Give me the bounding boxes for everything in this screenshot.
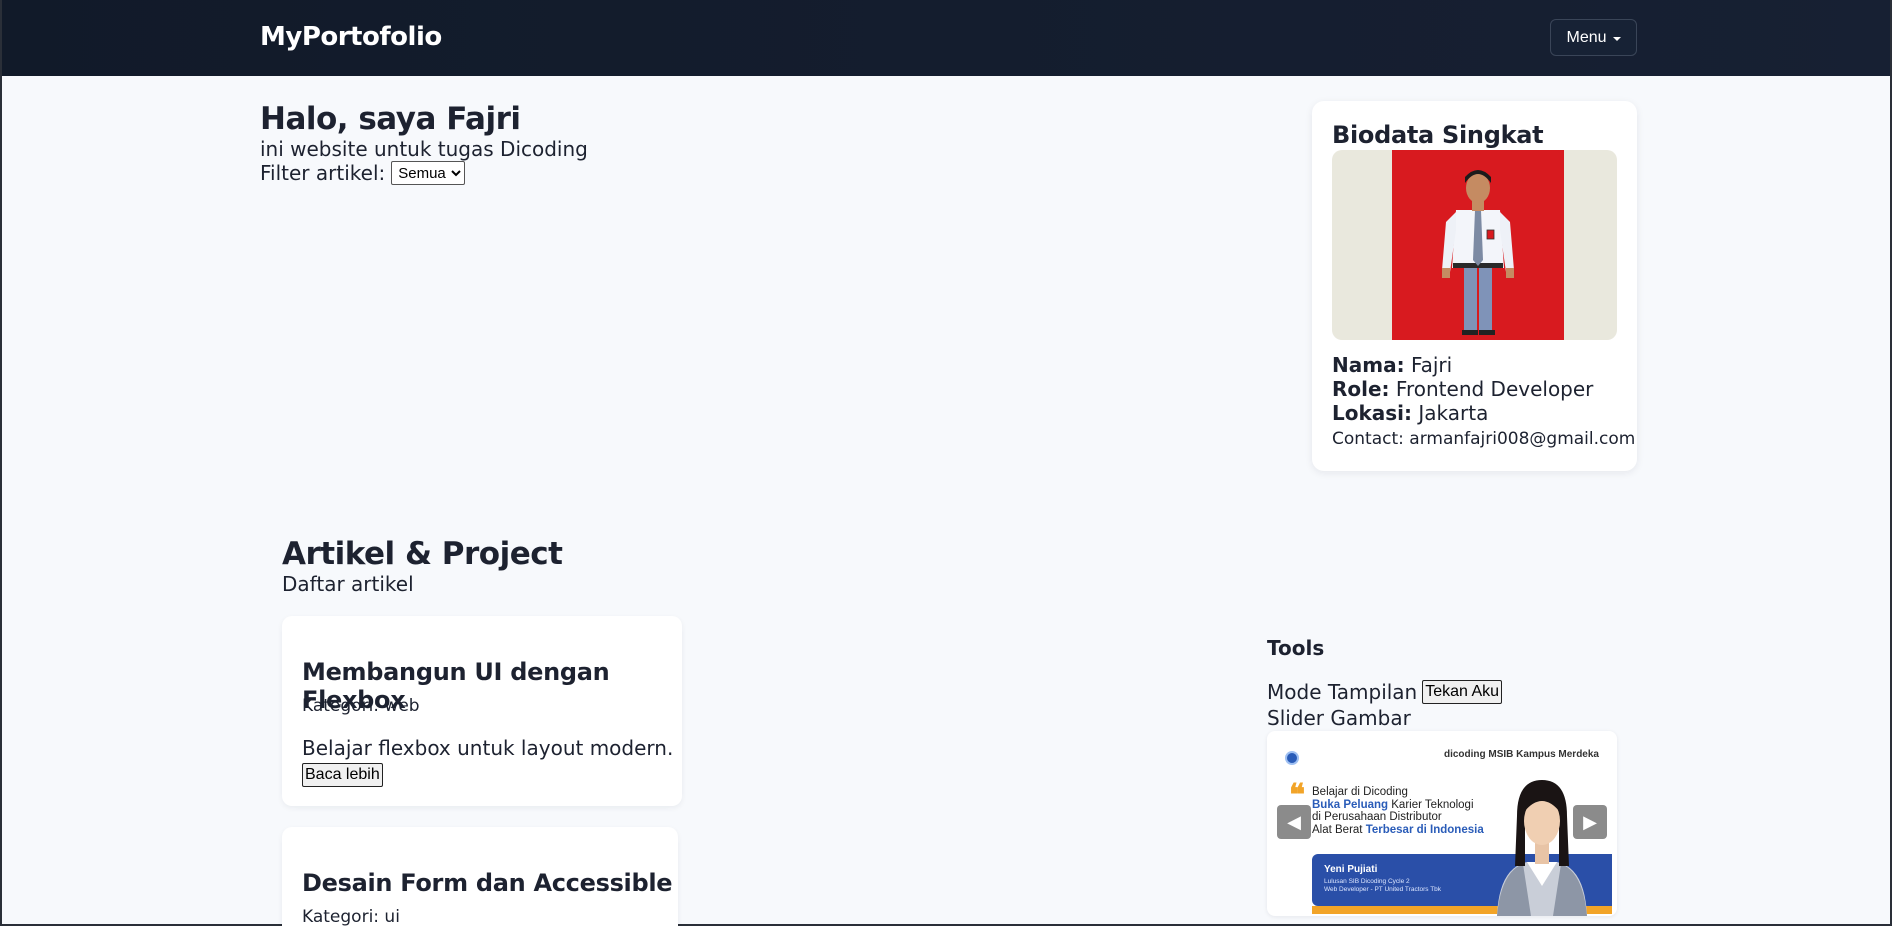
filter-select[interactable]: Semua bbox=[391, 161, 466, 185]
ministry-logo-icon bbox=[1285, 751, 1299, 765]
slide-person-desc: Lulusan SIB Dicoding Cycle 2 Web Develop… bbox=[1324, 878, 1441, 894]
toggle-mode-button[interactable]: Tekan Aku bbox=[1422, 680, 1503, 704]
slide-person-photo-icon bbox=[1497, 780, 1587, 916]
biodata-contact: Contact: armanfajri008@gmail.com bbox=[1332, 429, 1636, 449]
role-label: Role: bbox=[1332, 377, 1390, 401]
menu-button-label: Menu bbox=[1566, 28, 1607, 46]
slide-person-name: Yeni Pujiati bbox=[1324, 864, 1378, 875]
slide-line-4: Alat Berat Terbesar di Indonesia bbox=[1312, 824, 1484, 837]
tools-title: Tools bbox=[1267, 636, 1325, 660]
slide-line-1: Belajar di Dicoding bbox=[1312, 786, 1408, 798]
slide-line-4-pre: Alat Berat bbox=[1312, 823, 1366, 836]
slider-label: Slider Gambar bbox=[1267, 706, 1411, 730]
article-category: Kategori: ui bbox=[302, 907, 400, 926]
nama-value: Fajri bbox=[1410, 353, 1453, 377]
navbar: MyPortofolio Menu bbox=[2, 0, 1890, 76]
slider-prev-button[interactable]: ◀ bbox=[1277, 805, 1311, 839]
biodata-lokasi: Lokasi: Jakarta bbox=[1332, 401, 1488, 425]
student-figure-icon bbox=[1442, 170, 1514, 335]
slide-line-4-highlight: Terbesar di Indonesia bbox=[1365, 823, 1484, 836]
slide-line-2-highlight: Buka Peluang bbox=[1312, 798, 1389, 811]
article-category: Kategori: web bbox=[302, 696, 420, 716]
mode-label: Mode Tampilan bbox=[1267, 680, 1418, 704]
slide-headline: Belajar di Dicoding Buka Peluang Karier … bbox=[1312, 786, 1484, 836]
image-slider: dicoding MSIB Kampus Merdeka ❝ Belajar d… bbox=[1267, 731, 1617, 916]
lokasi-value: Jakarta bbox=[1418, 401, 1489, 425]
article-description: Belajar flexbox untuk layout modern. bbox=[302, 736, 674, 760]
article-title: Desain Form dan Accessible bbox=[302, 869, 673, 897]
slider-next-button[interactable]: ▶ bbox=[1573, 805, 1607, 839]
caret-down-icon bbox=[1612, 36, 1621, 41]
profile-photo bbox=[1332, 150, 1617, 340]
article-card: Desain Form dan Accessible Kategori: ui bbox=[282, 827, 678, 926]
slide-line-3: di Perusahaan Distributor bbox=[1312, 811, 1442, 823]
article-card: Membangun UI dengan Flexbox Kategori: we… bbox=[282, 616, 682, 806]
nama-label: Nama: bbox=[1332, 353, 1405, 377]
menu-dropdown-button[interactable]: Menu bbox=[1550, 19, 1637, 56]
slide-person-desc-1: Lulusan SIB Dicoding Cycle 2 bbox=[1324, 878, 1410, 885]
slide-line-2-rest: Karier Teknologi bbox=[1388, 798, 1474, 811]
lokasi-label: Lokasi: bbox=[1332, 401, 1413, 425]
article-filter: Filter artikel: Semua bbox=[260, 161, 466, 185]
read-more-button[interactable]: Baca lebih bbox=[302, 763, 383, 787]
biodata-title: Biodata Singkat bbox=[1332, 121, 1544, 149]
articles-subtitle: Daftar artikel bbox=[282, 572, 414, 596]
slide-person-desc-2: Web Developer - PT United Tractors Tbk bbox=[1324, 886, 1442, 893]
articles-title: Artikel & Project bbox=[282, 536, 563, 572]
filter-label: Filter artikel: bbox=[260, 161, 386, 185]
role-value: Frontend Developer bbox=[1395, 377, 1594, 401]
display-mode-row: Mode Tampilan Tekan Aku bbox=[1267, 680, 1503, 704]
hero-subtitle: ini website untuk tugas Dicoding bbox=[260, 137, 588, 161]
slide-line-2: Buka Peluang Karier Teknologi bbox=[1312, 799, 1484, 812]
hero-title: Halo, saya Fajri bbox=[260, 101, 521, 137]
biodata-role: Role: Frontend Developer bbox=[1332, 377, 1593, 401]
partner-brands: dicoding MSIB Kampus Merdeka bbox=[1443, 749, 1599, 760]
biodata-nama: Nama: Fajri bbox=[1332, 353, 1452, 377]
brand-logo-text[interactable]: MyPortofolio bbox=[260, 22, 442, 52]
biodata-card: Biodata Singkat Nama: Fajri Role: Fronte… bbox=[1312, 101, 1637, 471]
